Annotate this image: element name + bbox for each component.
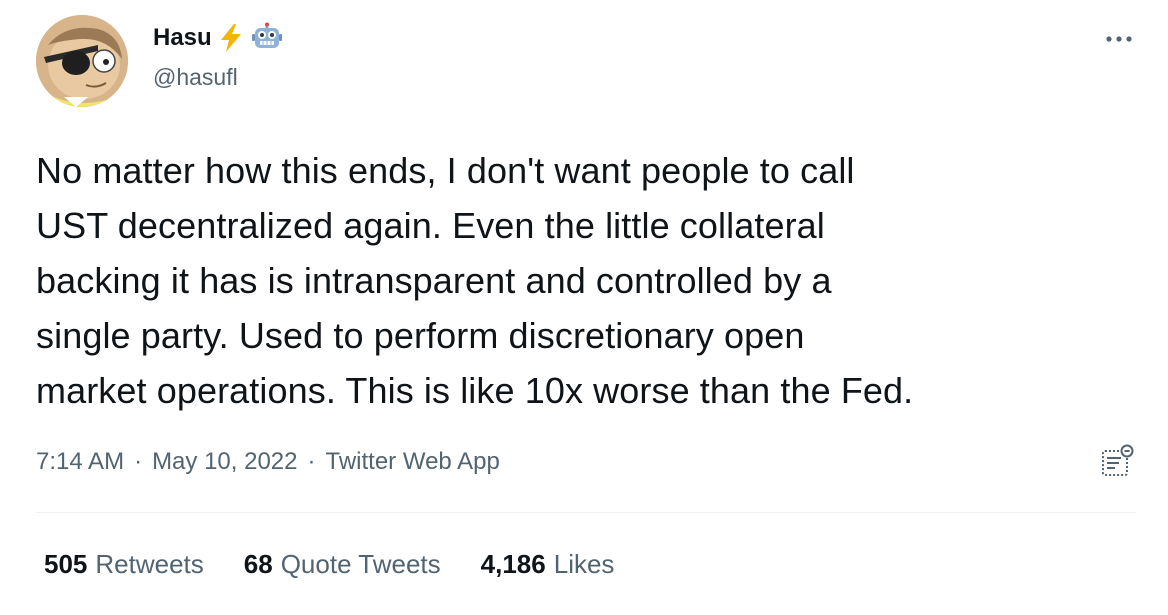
- tweet-source[interactable]: Twitter Web App: [326, 448, 500, 476]
- name-row: Hasu: [153, 21, 284, 55]
- divider: [36, 512, 1136, 513]
- more-horizontal-icon: [1102, 22, 1136, 56]
- meta-separator: ·: [134, 448, 143, 475]
- robot-icon: [250, 21, 284, 55]
- more-options-button[interactable]: [1099, 22, 1139, 56]
- tweet-card: Hasu @hasufl No matter how this ends, I …: [0, 0, 1168, 615]
- retweets-label: Retweets: [95, 548, 204, 579]
- likes-stat[interactable]: 4,186 Likes: [481, 549, 615, 580]
- quote-tweets-stat[interactable]: 68 Quote Tweets: [244, 549, 441, 580]
- user-handle[interactable]: @hasufl: [153, 63, 284, 91]
- retweets-stat[interactable]: 505 Retweets: [44, 549, 204, 580]
- likes-label: Likes: [553, 548, 615, 579]
- engagement-stats: 505 Retweets 68 Quote Tweets 4,186 Likes: [44, 546, 654, 582]
- lightning-icon: [214, 21, 248, 55]
- quote-tweets-label: Quote Tweets: [280, 548, 441, 579]
- tweet-metadata: 7:14 AM · May 10, 2022 · Twitter Web App: [36, 445, 500, 479]
- analytics-icon: [1097, 441, 1137, 481]
- avatar[interactable]: [36, 15, 128, 107]
- meta-separator: ·: [307, 448, 316, 475]
- retweets-count: 505: [44, 548, 88, 579]
- display-name[interactable]: Hasu: [153, 21, 212, 55]
- quote-tweets-count: 68: [243, 548, 273, 579]
- author-info: Hasu @hasufl: [153, 21, 284, 91]
- avatar-image: [36, 15, 128, 107]
- tweet-text: No matter how this ends, I don't want pe…: [36, 150, 914, 411]
- tweet-time[interactable]: 7:14 AM: [36, 448, 124, 476]
- view-analytics-button[interactable]: [1096, 440, 1138, 482]
- likes-count: 4,186: [480, 548, 546, 579]
- tweet-date[interactable]: May 10, 2022: [152, 448, 297, 476]
